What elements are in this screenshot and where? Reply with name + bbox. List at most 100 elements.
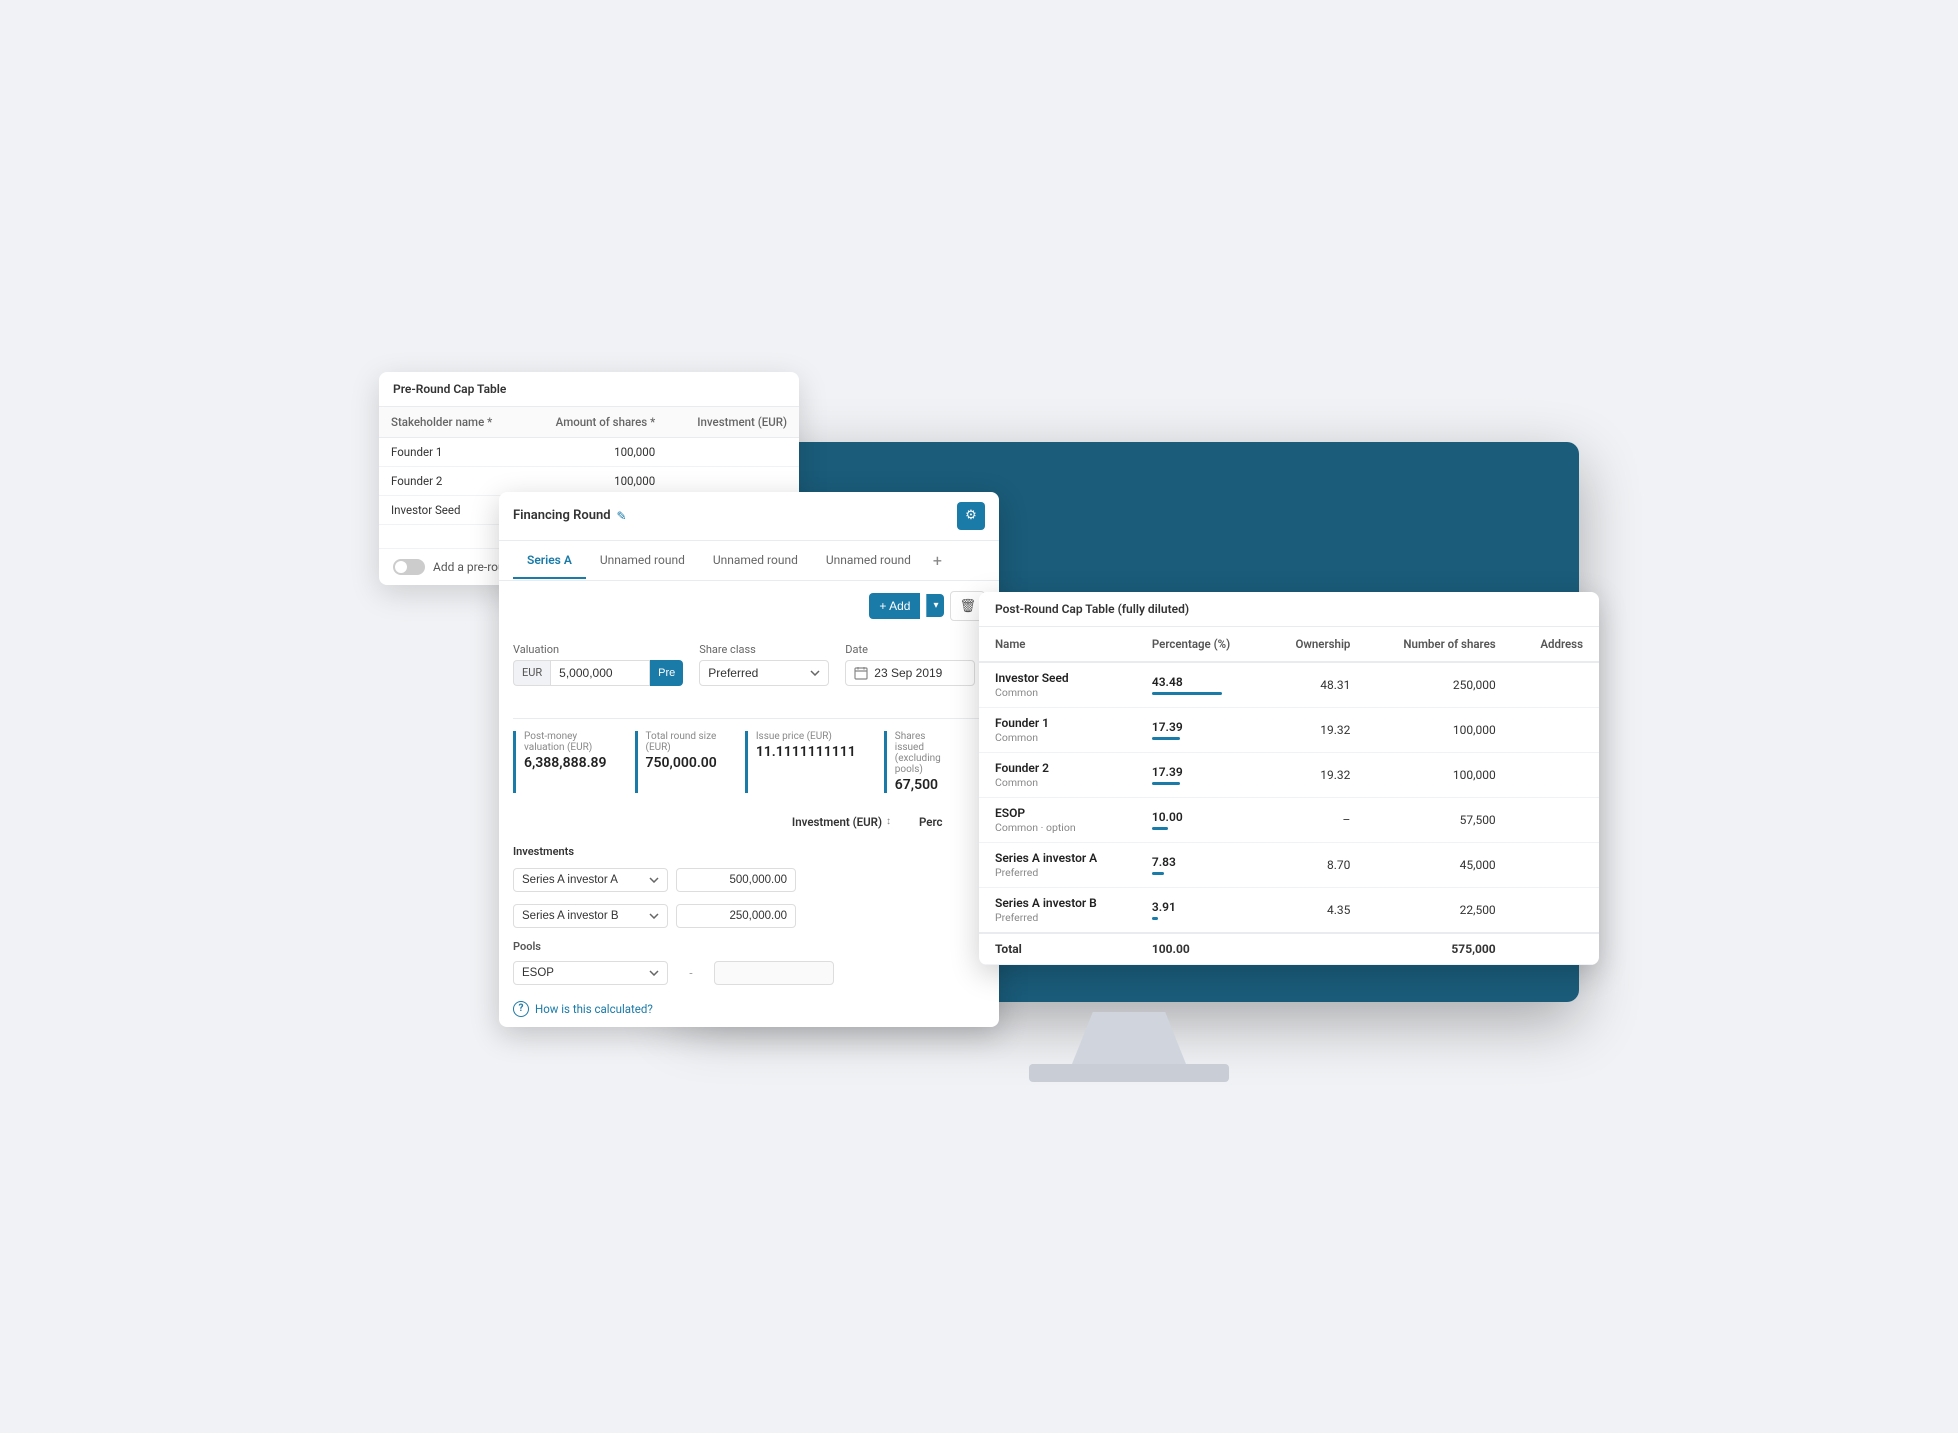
financing-toolbar: + Add ▾ 🗑 xyxy=(499,581,999,631)
address-cell xyxy=(1512,662,1599,708)
settings-button[interactable]: ⚙ xyxy=(957,502,985,530)
stats-row: Post-money valuation (EUR) 6,388,888.89 … xyxy=(513,718,985,793)
currency-prefix: EUR xyxy=(513,660,550,686)
list-item: ESOP - xyxy=(499,955,999,991)
shares-cell: 100,000 xyxy=(524,437,667,466)
amount-input[interactable] xyxy=(676,868,796,892)
add-tab-button[interactable]: + xyxy=(925,541,950,580)
valuation-input-group: EUR Pre xyxy=(513,660,683,686)
pre-button[interactable]: Pre xyxy=(650,660,683,686)
address-cell xyxy=(1512,707,1599,752)
table-row: Series A investor A Preferred 7.83 8.70 … xyxy=(979,842,1599,887)
stat-value: 750,000.00 xyxy=(646,755,717,771)
col-investment-header: Investment (EUR) ↕ xyxy=(778,809,905,835)
scene: Pre-Round Cap Table Stakeholder name * A… xyxy=(379,342,1579,1092)
shares-cell: 100,000 xyxy=(1366,707,1511,752)
shares-cell: 22,500 xyxy=(1366,887,1511,933)
stakeholder-name-cell: Founder 2 xyxy=(379,466,524,495)
address-cell xyxy=(1512,752,1599,797)
stat-item: Issue price (EUR) 11.1111111111 xyxy=(745,731,872,793)
percentage-cell: 43.48 xyxy=(1136,662,1265,708)
percentage-bar xyxy=(1152,782,1180,785)
stat-item: Shares issued (excluding pools) 67,500 xyxy=(884,731,973,793)
investment-cell xyxy=(667,466,799,495)
table-row: Founder 1 100,000 xyxy=(379,437,799,466)
shares-cell: 100,000 xyxy=(1366,752,1511,797)
share-class-select[interactable]: Preferred xyxy=(699,660,829,686)
help-row[interactable]: ? How is this calculated? xyxy=(499,991,999,1027)
stakeholder-name-cell: Founder 1 xyxy=(379,437,524,466)
shares-cell: 45,000 xyxy=(1366,842,1511,887)
stakeholder-cell: ESOP Common · option xyxy=(979,797,1136,842)
ownership-cell: 8.70 xyxy=(1265,842,1367,887)
add-caret-button[interactable]: ▾ xyxy=(926,594,944,617)
settings-icon: ⚙ xyxy=(965,508,977,523)
investments-section-header: Investments xyxy=(499,837,999,862)
col-shares: Number of shares xyxy=(1366,627,1511,662)
stat-label: Shares issued (excluding pools) xyxy=(895,731,957,775)
postround-title: Post-Round Cap Table (fully diluted) xyxy=(979,592,1599,627)
stat-item: Total round size (EUR) 750,000.00 xyxy=(635,731,733,793)
percentage-bar xyxy=(1152,737,1180,740)
stat-value: 11.1111111111 xyxy=(756,744,856,760)
total-ownership xyxy=(1265,933,1367,965)
total-address xyxy=(1512,933,1599,965)
col-name: Name xyxy=(979,627,1136,662)
amount-input[interactable] xyxy=(676,904,796,928)
investor-select[interactable]: Series A investor A xyxy=(513,868,668,892)
investor-select[interactable]: Series A investor B xyxy=(513,904,668,928)
total-percentage: 100.00 xyxy=(1136,933,1265,965)
address-cell xyxy=(1512,797,1599,842)
percentage-bar xyxy=(1152,872,1164,875)
financing-header: Financing Round ✎ ⚙ xyxy=(499,492,999,541)
tab-unnamed-2[interactable]: Unnamed round xyxy=(699,543,812,579)
pools-section-header: Pools xyxy=(499,934,999,955)
percentage-bar xyxy=(1152,692,1222,695)
stakeholder-cell: Investor Seed Common xyxy=(979,662,1136,708)
percentage-bar xyxy=(1152,827,1168,830)
valuation-input[interactable] xyxy=(550,660,650,686)
tab-unnamed-3[interactable]: Unnamed round xyxy=(812,543,925,579)
shares-cell: 100,000 xyxy=(524,466,667,495)
sort-icon[interactable]: ↕ xyxy=(886,816,891,827)
total-label: Total xyxy=(979,933,1136,965)
date-label: Date xyxy=(845,643,975,656)
financing-title: Financing Round xyxy=(513,508,611,523)
ownership-cell: 48.31 xyxy=(1265,662,1367,708)
pool-select[interactable]: ESOP xyxy=(513,961,668,985)
monitor-stand xyxy=(1069,1012,1189,1072)
tab-unnamed-1[interactable]: Unnamed round xyxy=(586,543,699,579)
stat-item: Post-money valuation (EUR) 6,388,888.89 xyxy=(513,731,623,793)
stat-label: Issue price (EUR) xyxy=(756,731,856,742)
postround-card: Post-Round Cap Table (fully diluted) Nam… xyxy=(979,592,1599,965)
address-cell xyxy=(1512,887,1599,933)
total-row: Total 100.00 575,000 xyxy=(979,933,1599,965)
total-shares: 575,000 xyxy=(1366,933,1511,965)
col-ownership: Ownership xyxy=(1265,627,1367,662)
table-row: Founder 2 Common 17.39 19.32 100,000 xyxy=(979,752,1599,797)
col-percentage: Percentage (%) xyxy=(1136,627,1265,662)
ownership-cell: 19.32 xyxy=(1265,752,1367,797)
address-cell xyxy=(1512,842,1599,887)
preround-col-shares: Amount of shares * xyxy=(524,407,667,438)
preround-header: Pre-Round Cap Table xyxy=(379,372,799,407)
percentage-bar xyxy=(1152,917,1158,920)
pool-rows: ESOP - xyxy=(499,955,999,991)
date-input[interactable] xyxy=(845,660,975,686)
tab-series-a[interactable]: Series A xyxy=(513,543,586,579)
add-pool-toggle[interactable] xyxy=(393,559,425,575)
stat-label: Post-money valuation (EUR) xyxy=(524,731,607,753)
edit-icon[interactable]: ✎ xyxy=(617,509,627,523)
stakeholder-cell: Series A investor B Preferred xyxy=(979,887,1136,933)
percentage-cell: 17.39 xyxy=(1136,707,1265,752)
investment-rows: Series A investor A Series A investor B xyxy=(499,862,999,934)
ownership-cell: – xyxy=(1265,797,1367,842)
pool-amount-input[interactable] xyxy=(714,961,834,985)
percentage-cell: 10.00 xyxy=(1136,797,1265,842)
add-button[interactable]: + Add xyxy=(869,593,920,619)
shares-cell: 57,500 xyxy=(1366,797,1511,842)
stakeholder-cell: Founder 1 Common xyxy=(979,707,1136,752)
table-row: Series A investor B Preferred 3.91 4.35 … xyxy=(979,887,1599,933)
percentage-cell: 17.39 xyxy=(1136,752,1265,797)
table-row: Founder 1 Common 17.39 19.32 100,000 xyxy=(979,707,1599,752)
